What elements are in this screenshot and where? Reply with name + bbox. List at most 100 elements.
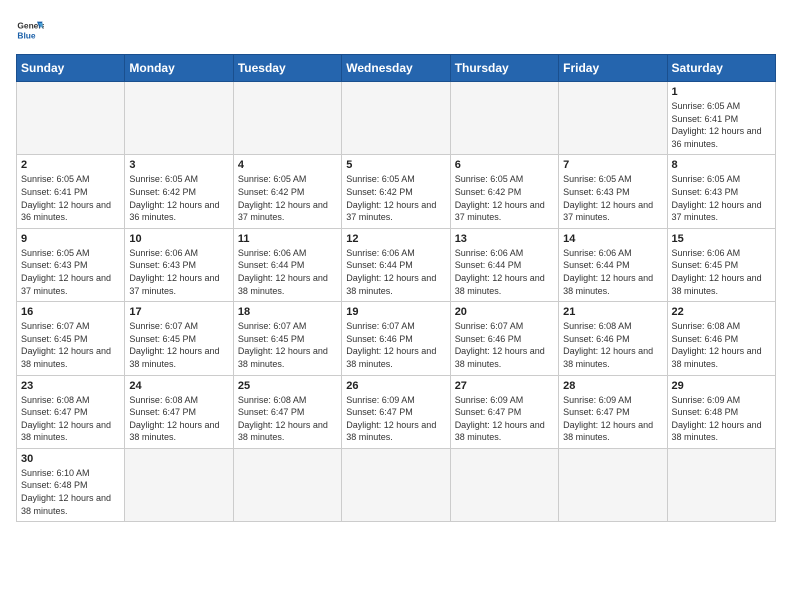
svg-text:Blue: Blue — [17, 30, 35, 40]
day-number: 15 — [672, 233, 771, 245]
calendar-cell: 28 Sunrise: 6:09 AM Sunset: 6:47 PM Dayli… — [559, 375, 667, 448]
day-info: Sunrise: 6:09 AM Sunset: 6:47 PM Dayligh… — [346, 394, 445, 444]
day-number: 12 — [346, 233, 445, 245]
day-info: Sunrise: 6:05 AM Sunset: 6:42 PM Dayligh… — [346, 173, 445, 223]
calendar-cell: 9 Sunrise: 6:05 AM Sunset: 6:43 PM Daylig… — [17, 228, 125, 301]
day-number: 24 — [129, 380, 228, 392]
day-info: Sunrise: 6:05 AM Sunset: 6:42 PM Dayligh… — [238, 173, 337, 223]
day-number: 17 — [129, 306, 228, 318]
calendar-cell: 8Sunrise: 6:05 AM Sunset: 6:43 PM Daylig… — [667, 155, 775, 228]
day-number: 4 — [238, 159, 337, 171]
calendar-cell: 7Sunrise: 6:05 AM Sunset: 6:43 PM Daylig… — [559, 155, 667, 228]
calendar-cell — [559, 82, 667, 155]
dow-header-monday: Monday — [125, 55, 233, 82]
calendar-cell — [559, 448, 667, 521]
calendar-cell: 18 Sunrise: 6:07 AM Sunset: 6:45 PM Dayli… — [233, 302, 341, 375]
day-number: 19 — [346, 306, 445, 318]
day-number: 29 — [672, 380, 771, 392]
day-number: 6 — [455, 159, 554, 171]
calendar-cell: 12 Sunrise: 6:06 AM Sunset: 6:44 PM Dayli… — [342, 228, 450, 301]
day-info: Sunrise: 6:07 AM Sunset: 6:45 PM Dayligh… — [238, 320, 337, 370]
day-number: 7 — [563, 159, 662, 171]
day-number: 2 — [21, 159, 120, 171]
dow-header-sunday: Sunday — [17, 55, 125, 82]
day-info: Sunrise: 6:08 AM Sunset: 6:46 PM Dayligh… — [563, 320, 662, 370]
dow-header-saturday: Saturday — [667, 55, 775, 82]
day-number: 27 — [455, 380, 554, 392]
day-number: 25 — [238, 380, 337, 392]
day-number: 5 — [346, 159, 445, 171]
dow-header-friday: Friday — [559, 55, 667, 82]
day-info: Sunrise: 6:05 AM Sunset: 6:41 PM Dayligh… — [672, 100, 771, 150]
calendar-table: SundayMondayTuesdayWednesdayThursdayFrid… — [16, 54, 776, 522]
day-number: 28 — [563, 380, 662, 392]
calendar-cell — [233, 448, 341, 521]
day-number: 22 — [672, 306, 771, 318]
day-number: 14 — [563, 233, 662, 245]
calendar-cell: 4 Sunrise: 6:05 AM Sunset: 6:42 PM Daylig… — [233, 155, 341, 228]
calendar-cell: 6 Sunrise: 6:05 AM Sunset: 6:42 PM Daylig… — [450, 155, 558, 228]
calendar-cell: 25 Sunrise: 6:08 AM Sunset: 6:47 PM Dayli… — [233, 375, 341, 448]
calendar-cell: 22 Sunrise: 6:08 AM Sunset: 6:46 PM Dayli… — [667, 302, 775, 375]
calendar-cell — [450, 448, 558, 521]
calendar-cell: 20 Sunrise: 6:07 AM Sunset: 6:46 PM Dayli… — [450, 302, 558, 375]
day-info: Sunrise: 6:08 AM Sunset: 6:47 PM Dayligh… — [238, 394, 337, 444]
calendar-week-2: 9 Sunrise: 6:05 AM Sunset: 6:43 PM Daylig… — [17, 228, 776, 301]
calendar-cell: 14Sunrise: 6:06 AM Sunset: 6:44 PM Dayli… — [559, 228, 667, 301]
calendar-cell: 30 Sunrise: 6:10 AM Sunset: 6:48 PM Dayli… — [17, 448, 125, 521]
day-info: Sunrise: 6:08 AM Sunset: 6:46 PM Dayligh… — [672, 320, 771, 370]
day-info: Sunrise: 6:06 AM Sunset: 6:44 PM Dayligh… — [346, 247, 445, 297]
calendar-cell: 13Sunrise: 6:06 AM Sunset: 6:44 PM Dayli… — [450, 228, 558, 301]
day-number: 9 — [21, 233, 120, 245]
day-number: 20 — [455, 306, 554, 318]
day-info: Sunrise: 6:06 AM Sunset: 6:43 PM Dayligh… — [129, 247, 228, 297]
day-info: Sunrise: 6:07 AM Sunset: 6:46 PM Dayligh… — [346, 320, 445, 370]
calendar-cell: 3 Sunrise: 6:05 AM Sunset: 6:42 PM Daylig… — [125, 155, 233, 228]
calendar-cell: 19 Sunrise: 6:07 AM Sunset: 6:46 PM Dayli… — [342, 302, 450, 375]
calendar-cell: 27 Sunrise: 6:09 AM Sunset: 6:47 PM Dayli… — [450, 375, 558, 448]
generalblue-logo-icon: General Blue — [16, 16, 44, 44]
calendar-week-1: 2Sunrise: 6:05 AM Sunset: 6:41 PM Daylig… — [17, 155, 776, 228]
day-number: 21 — [563, 306, 662, 318]
day-info: Sunrise: 6:07 AM Sunset: 6:45 PM Dayligh… — [129, 320, 228, 370]
calendar-cell — [125, 448, 233, 521]
day-info: Sunrise: 6:09 AM Sunset: 6:47 PM Dayligh… — [563, 394, 662, 444]
calendar-cell: 15 Sunrise: 6:06 AM Sunset: 6:45 PM Dayli… — [667, 228, 775, 301]
calendar-cell — [233, 82, 341, 155]
day-info: Sunrise: 6:06 AM Sunset: 6:45 PM Dayligh… — [672, 247, 771, 297]
day-info: Sunrise: 6:06 AM Sunset: 6:44 PM Dayligh… — [238, 247, 337, 297]
calendar-cell: 26 Sunrise: 6:09 AM Sunset: 6:47 PM Dayli… — [342, 375, 450, 448]
day-info: Sunrise: 6:10 AM Sunset: 6:48 PM Dayligh… — [21, 467, 120, 517]
day-info: Sunrise: 6:07 AM Sunset: 6:46 PM Dayligh… — [455, 320, 554, 370]
day-info: Sunrise: 6:05 AM Sunset: 6:42 PM Dayligh… — [129, 173, 228, 223]
calendar-cell: 24 Sunrise: 6:08 AM Sunset: 6:47 PM Dayli… — [125, 375, 233, 448]
header: General Blue — [16, 16, 776, 44]
day-number: 11 — [238, 233, 337, 245]
calendar-cell — [667, 448, 775, 521]
day-number: 30 — [21, 453, 120, 465]
day-info: Sunrise: 6:08 AM Sunset: 6:47 PM Dayligh… — [129, 394, 228, 444]
calendar-week-5: 30 Sunrise: 6:10 AM Sunset: 6:48 PM Dayli… — [17, 448, 776, 521]
calendar-cell: 23 Sunrise: 6:08 AM Sunset: 6:47 PM Dayli… — [17, 375, 125, 448]
day-number: 26 — [346, 380, 445, 392]
calendar-cell — [450, 82, 558, 155]
dow-header-thursday: Thursday — [450, 55, 558, 82]
day-info: Sunrise: 6:08 AM Sunset: 6:47 PM Dayligh… — [21, 394, 120, 444]
calendar-cell — [17, 82, 125, 155]
day-number: 18 — [238, 306, 337, 318]
day-info: Sunrise: 6:05 AM Sunset: 6:42 PM Dayligh… — [455, 173, 554, 223]
calendar-cell: 21 Sunrise: 6:08 AM Sunset: 6:46 PM Dayli… — [559, 302, 667, 375]
day-number: 1 — [672, 86, 771, 98]
calendar-cell — [342, 448, 450, 521]
calendar-cell: 10Sunrise: 6:06 AM Sunset: 6:43 PM Dayli… — [125, 228, 233, 301]
day-info: Sunrise: 6:07 AM Sunset: 6:45 PM Dayligh… — [21, 320, 120, 370]
day-info: Sunrise: 6:05 AM Sunset: 6:43 PM Dayligh… — [21, 247, 120, 297]
day-number: 23 — [21, 380, 120, 392]
logo: General Blue — [16, 16, 44, 44]
dow-header-tuesday: Tuesday — [233, 55, 341, 82]
calendar-cell: 1 Sunrise: 6:05 AM Sunset: 6:41 PM Daylig… — [667, 82, 775, 155]
day-number: 16 — [21, 306, 120, 318]
day-info: Sunrise: 6:09 AM Sunset: 6:47 PM Dayligh… — [455, 394, 554, 444]
day-number: 3 — [129, 159, 228, 171]
dow-header-wednesday: Wednesday — [342, 55, 450, 82]
